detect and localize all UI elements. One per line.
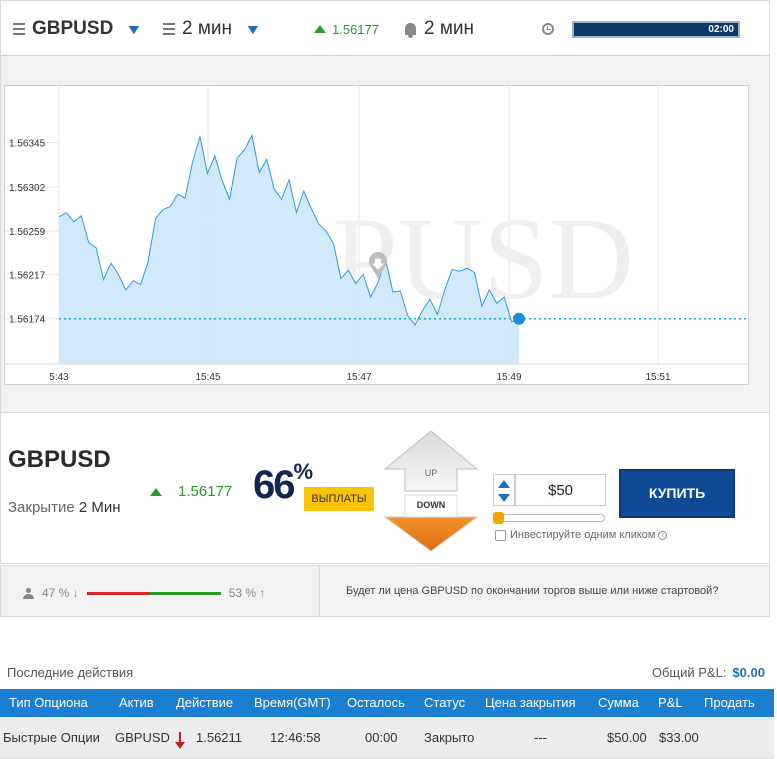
trade-price: 1.56177 xyxy=(150,483,232,500)
timer-bar: 02:00 xyxy=(572,20,740,38)
bell-icon xyxy=(405,23,416,38)
sentiment-down: 47 % ↓ xyxy=(42,586,79,600)
trade-expiry-value: 2 Мин xyxy=(78,499,121,516)
table-header: Тип Опциона Актив Действие Время(GMT) Ос… xyxy=(0,689,774,717)
column-header[interactable]: Сумма xyxy=(598,689,639,717)
alert-timeframe: 2 мин xyxy=(424,18,475,39)
total-pnl-label: Общий P&L: xyxy=(651,665,727,680)
amount-stepper[interactable] xyxy=(493,474,515,506)
x-tick-label: 15:47 xyxy=(346,372,371,383)
y-tick-label: 1.56259 xyxy=(9,227,46,238)
trade-panel: GBPUSD Закрытие 2 Мин 1.56177 66% ВЫПЛАТ… xyxy=(0,412,770,564)
expiry-timer: 02:00 xyxy=(542,1,740,57)
current-price: 1.56177 xyxy=(314,1,379,57)
sentiment-panel: 47 % ↓ 53 % ↑ Будет ли цена GBPUSD по ок… xyxy=(0,565,770,617)
trade-asset-name: GBPUSD xyxy=(8,446,111,473)
one-click-checkbox[interactable] xyxy=(495,529,506,541)
timeframe-label: 2 мин xyxy=(182,18,233,39)
trade-expiry: Закрытие 2 Мин xyxy=(8,499,121,516)
trade-price-value: 1.56177 xyxy=(178,483,233,500)
up-arrow-icon xyxy=(314,25,326,33)
top-bar: GBPUSD ▼ 2 мин ▼ 1.56177 2 мин 02:00 xyxy=(0,0,770,56)
down-arrow-icon xyxy=(175,732,185,749)
current-price-point xyxy=(513,312,525,325)
cell-asset: GBPUSD xyxy=(115,730,170,745)
column-header[interactable]: Тип Опциона xyxy=(9,689,88,717)
column-header[interactable]: Актив xyxy=(119,689,154,717)
x-tick-label: 15:51 xyxy=(645,372,670,383)
payout-badge: ВЫПЛАТЫ xyxy=(304,487,374,511)
sentiment-up-bar xyxy=(149,591,221,595)
slider-handle[interactable] xyxy=(493,512,504,524)
timer-value: 02:00 xyxy=(708,23,734,35)
asset-selector-label: GBPUSD xyxy=(32,18,114,39)
y-tick-label: 1.56174 xyxy=(9,315,46,326)
sentiment-down-bar xyxy=(86,591,150,595)
current-price-value: 1.56177 xyxy=(332,21,379,37)
one-click-option[interactable]: Инвестируйте одним кликом i xyxy=(495,529,668,541)
cell-time: 12:46:58 xyxy=(270,730,321,745)
price-chart-svg: GBPUSD1.563451.563021.562591.562171.5617… xyxy=(5,86,748,383)
cell-type: Быстрые Опции xyxy=(3,730,100,745)
total-pnl: Общий P&L: $0.00 xyxy=(652,665,765,680)
direction-arrows xyxy=(383,430,479,552)
column-header[interactable]: P&L xyxy=(658,689,683,717)
sentiment-stats: 47 % ↓ 53 % ↑ xyxy=(23,586,265,600)
divider xyxy=(319,566,320,616)
user-icon xyxy=(23,587,34,599)
chevron-down-icon: ▼ xyxy=(243,21,262,37)
cell-amount: $50.00 xyxy=(607,730,647,745)
cell-status: Закрыто xyxy=(424,730,475,745)
timeframe-selector[interactable]: 2 мин ▼ xyxy=(163,1,262,57)
x-tick-label: 15:49 xyxy=(496,372,521,383)
table-row[interactable]: Быстрые Опции GBPUSD 1.56211 12:46:58 00… xyxy=(0,717,774,759)
percent-sign: % xyxy=(293,459,314,484)
column-header[interactable]: Время(GMT) xyxy=(254,689,331,717)
column-header[interactable]: Действие xyxy=(176,689,233,717)
cell-close-price: --- xyxy=(534,730,547,745)
up-arrow-icon xyxy=(150,487,162,496)
sentiment-up: 53 % ↑ xyxy=(228,586,266,600)
trade-expiry-label: Закрытие xyxy=(8,499,75,516)
increase-icon[interactable] xyxy=(498,480,510,488)
chart-panel: GBPUSD 1.56345 1.56302 1.56259 1.56217 1.5617… xyxy=(0,56,770,412)
column-header[interactable]: Продать xyxy=(704,689,755,717)
x-tick-label: 15:45 xyxy=(195,372,220,383)
down-label: DOWN xyxy=(416,500,446,510)
sentiment-question: Будет ли цена GBPUSD по окончании торгов… xyxy=(346,585,719,597)
list-icon xyxy=(13,23,25,35)
asset-selector[interactable]: GBPUSD ▼ xyxy=(13,1,144,57)
alert-selector[interactable]: 2 мин xyxy=(405,1,474,57)
amount-slider[interactable] xyxy=(493,512,605,524)
price-chart[interactable]: GBPUSD 1.56345 1.56302 1.56259 1.56217 1.5617… xyxy=(4,85,749,385)
recent-actions-title: Последние действия xyxy=(7,665,134,680)
clock-icon xyxy=(542,23,554,35)
column-header[interactable]: Осталось xyxy=(347,689,405,717)
up-arrow-button[interactable] xyxy=(383,430,479,492)
column-header[interactable]: Статус xyxy=(424,689,465,717)
cell-pnl: $33.00 xyxy=(659,730,699,745)
column-header[interactable]: Цена закрытия xyxy=(485,689,576,717)
x-tick-label: 5:43 xyxy=(49,372,69,383)
cell-action-price: 1.56211 xyxy=(196,730,243,745)
decrease-icon[interactable] xyxy=(498,494,510,502)
amount-input[interactable] xyxy=(515,474,606,506)
y-tick-label: 1.56302 xyxy=(9,183,46,194)
buy-button[interactable]: КУПИТЬ xyxy=(619,469,735,518)
y-tick-label: 1.56217 xyxy=(9,270,46,281)
info-icon[interactable]: i xyxy=(658,530,668,540)
cell-remaining: 00:00 xyxy=(365,730,398,745)
total-pnl-value: $0.00 xyxy=(732,665,765,680)
up-label: UP xyxy=(424,468,438,478)
payout-percent-value: 66 xyxy=(253,463,295,507)
chevron-down-icon: ▼ xyxy=(125,21,144,37)
direction-selector: UP DOWN xyxy=(381,429,481,553)
list-icon xyxy=(163,23,175,35)
one-click-label: Инвестируйте одним кликом xyxy=(510,529,656,541)
y-tick-label: 1.56345 xyxy=(9,139,46,150)
